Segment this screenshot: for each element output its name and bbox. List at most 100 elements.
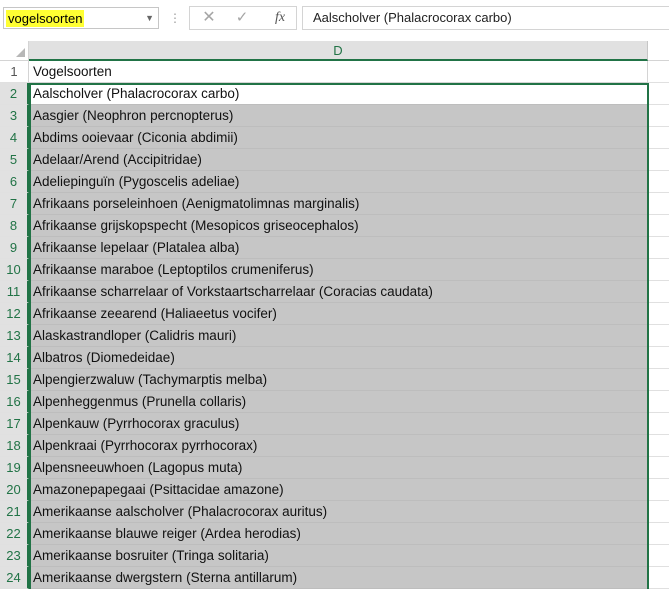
column-header-d[interactable]: D [29,41,648,61]
list-item[interactable]: Albatros (Diomedeidae) [29,347,648,369]
list-item[interactable]: Amerikaanse blauwe reiger (Ardea herodia… [29,523,648,545]
row-header[interactable]: 11 [0,281,29,303]
table-row: 19 Alpensneeuwhoen (Lagopus muta) [0,457,669,479]
empty-cell[interactable] [648,281,669,303]
row-header[interactable]: 1 [0,61,29,83]
table-row: 5 Adelaar/Arend (Accipitridae) [0,149,669,171]
empty-cell[interactable] [648,545,669,567]
empty-cell[interactable] [648,61,669,83]
list-item[interactable]: Aasgier (Neophron percnopterus) [29,105,648,127]
row-header[interactable]: 8 [0,215,29,237]
more-options-icon[interactable]: ⋮ [169,8,181,28]
list-item[interactable]: Alaskastrandloper (Calidris mauri) [29,325,648,347]
row-header[interactable]: 12 [0,303,29,325]
empty-cell[interactable] [648,479,669,501]
table-row: 20 Amazonepapegaai (Psittacidae amazone) [0,479,669,501]
chevron-down-icon[interactable]: ▼ [145,8,154,28]
row-header[interactable]: 15 [0,369,29,391]
empty-cell[interactable] [648,215,669,237]
empty-cell[interactable] [648,83,669,105]
list-item[interactable]: Afrikaans porseleinhoen (Aenigmatolimnas… [29,193,648,215]
table-row: 9 Afrikaanse lepelaar (Platalea alba) [0,237,669,259]
list-item[interactable]: Amerikaanse dwergstern (Sterna antillaru… [29,567,648,589]
name-box-value[interactable]: vogelsoorten [6,10,85,27]
empty-cell[interactable] [648,303,669,325]
row-header[interactable]: 18 [0,435,29,457]
row-header[interactable]: 23 [0,545,29,567]
row-header[interactable]: 7 [0,193,29,215]
list-item[interactable]: Afrikaanse grijskopspecht (Mesopicos gri… [29,215,648,237]
row-header[interactable]: 17 [0,413,29,435]
table-row: 13 Alaskastrandloper (Calidris mauri) [0,325,669,347]
name-box[interactable]: vogelsoorten ▼ [3,7,159,29]
row-header[interactable]: 2 [0,83,29,105]
row-header[interactable]: 22 [0,523,29,545]
row-header[interactable]: 4 [0,127,29,149]
empty-cell[interactable] [648,193,669,215]
column-header-e[interactable] [648,41,669,61]
list-item[interactable]: Afrikaanse scharrelaar of Vorkstaartscha… [29,281,648,303]
empty-cell[interactable] [648,369,669,391]
table-row: 16 Alpenheggenmus (Prunella collaris) [0,391,669,413]
insert-function-icon[interactable]: fx [268,8,292,28]
spreadsheet-grid: D 1 Vogelsoorten 2 Aalscholver (Phalacrocor… [0,41,669,589]
table-row: 8 Afrikaanse grijskopspecht (Mesopicos gr… [0,215,669,237]
row-header[interactable]: 3 [0,105,29,127]
list-item[interactable]: Alpengierzwaluw (Tachymarptis melba) [29,369,648,391]
empty-cell[interactable] [648,259,669,281]
list-item[interactable]: Adelaar/Arend (Accipitridae) [29,149,648,171]
empty-cell[interactable] [648,105,669,127]
cancel-icon[interactable]: ✕ [199,8,219,28]
row-header[interactable]: 21 [0,501,29,523]
list-item[interactable]: Afrikaanse zeearend (Haliaeetus vocifer) [29,303,648,325]
empty-cell[interactable] [648,127,669,149]
empty-cell[interactable] [648,457,669,479]
header-cell[interactable]: Vogelsoorten [29,61,648,83]
row-header[interactable]: 20 [0,479,29,501]
row-header[interactable]: 9 [0,237,29,259]
row-header[interactable]: 16 [0,391,29,413]
list-item[interactable]: Afrikaanse lepelaar (Platalea alba) [29,237,648,259]
list-item[interactable]: Amerikaanse aalscholver (Phalacrocorax a… [29,501,648,523]
empty-cell[interactable] [648,149,669,171]
list-item[interactable]: Aalscholver (Phalacrocorax carbo) [29,83,648,105]
table-row: 11 Afrikaanse scharrelaar of Vorkstaartsc… [0,281,669,303]
empty-cell[interactable] [648,237,669,259]
list-item[interactable]: Amerikaanse bosruiter (Tringa solitaria) [29,545,648,567]
empty-cell[interactable] [648,435,669,457]
empty-cell[interactable] [648,413,669,435]
list-item[interactable]: Alpenheggenmus (Prunella collaris) [29,391,648,413]
empty-cell[interactable] [648,325,669,347]
table-row: 24 Amerikaanse dwergstern (Sterna antilla… [0,567,669,589]
row-header[interactable]: 13 [0,325,29,347]
list-item[interactable]: Abdims ooievaar (Ciconia abdimii) [29,127,648,149]
enter-icon[interactable]: ✓ [232,8,252,28]
empty-cell[interactable] [648,567,669,589]
select-all-triangle-icon [16,48,25,57]
list-item[interactable]: Alpenkauw (Pyrrhocorax graculus) [29,413,648,435]
table-row: 21 Amerikaanse aalscholver (Phalacrocorax… [0,501,669,523]
table-row: 15 Alpengierzwaluw (Tachymarptis melba) [0,369,669,391]
row-header[interactable]: 14 [0,347,29,369]
select-all-button[interactable] [0,41,29,61]
empty-cell[interactable] [648,523,669,545]
row-header[interactable]: 6 [0,171,29,193]
list-item[interactable]: Adeliepinguïn (Pygoscelis adeliae) [29,171,648,193]
list-item[interactable]: Amazonepapegaai (Psittacidae amazone) [29,479,648,501]
row-header[interactable]: 24 [0,567,29,589]
empty-cell[interactable] [648,171,669,193]
table-row: 22 Amerikaanse blauwe reiger (Ardea herod… [0,523,669,545]
row-header[interactable]: 19 [0,457,29,479]
empty-cell[interactable] [648,501,669,523]
empty-cell[interactable] [648,391,669,413]
table-row: 14 Albatros (Diomedeidae) [0,347,669,369]
table-row: 12 Afrikaanse zeearend (Haliaeetus vocife… [0,303,669,325]
empty-cell[interactable] [648,347,669,369]
list-item[interactable]: Alpensneeuwhoen (Lagopus muta) [29,457,648,479]
list-item[interactable]: Alpenkraai (Pyrrhocorax pyrrhocorax) [29,435,648,457]
row-header[interactable]: 5 [0,149,29,171]
table-row: 6 Adeliepinguïn (Pygoscelis adeliae) [0,171,669,193]
list-item[interactable]: Afrikaanse maraboe (Leptoptilos crumenif… [29,259,648,281]
formula-input[interactable]: Aalscholver (Phalacrocorax carbo) [302,6,669,30]
row-header[interactable]: 10 [0,259,29,281]
